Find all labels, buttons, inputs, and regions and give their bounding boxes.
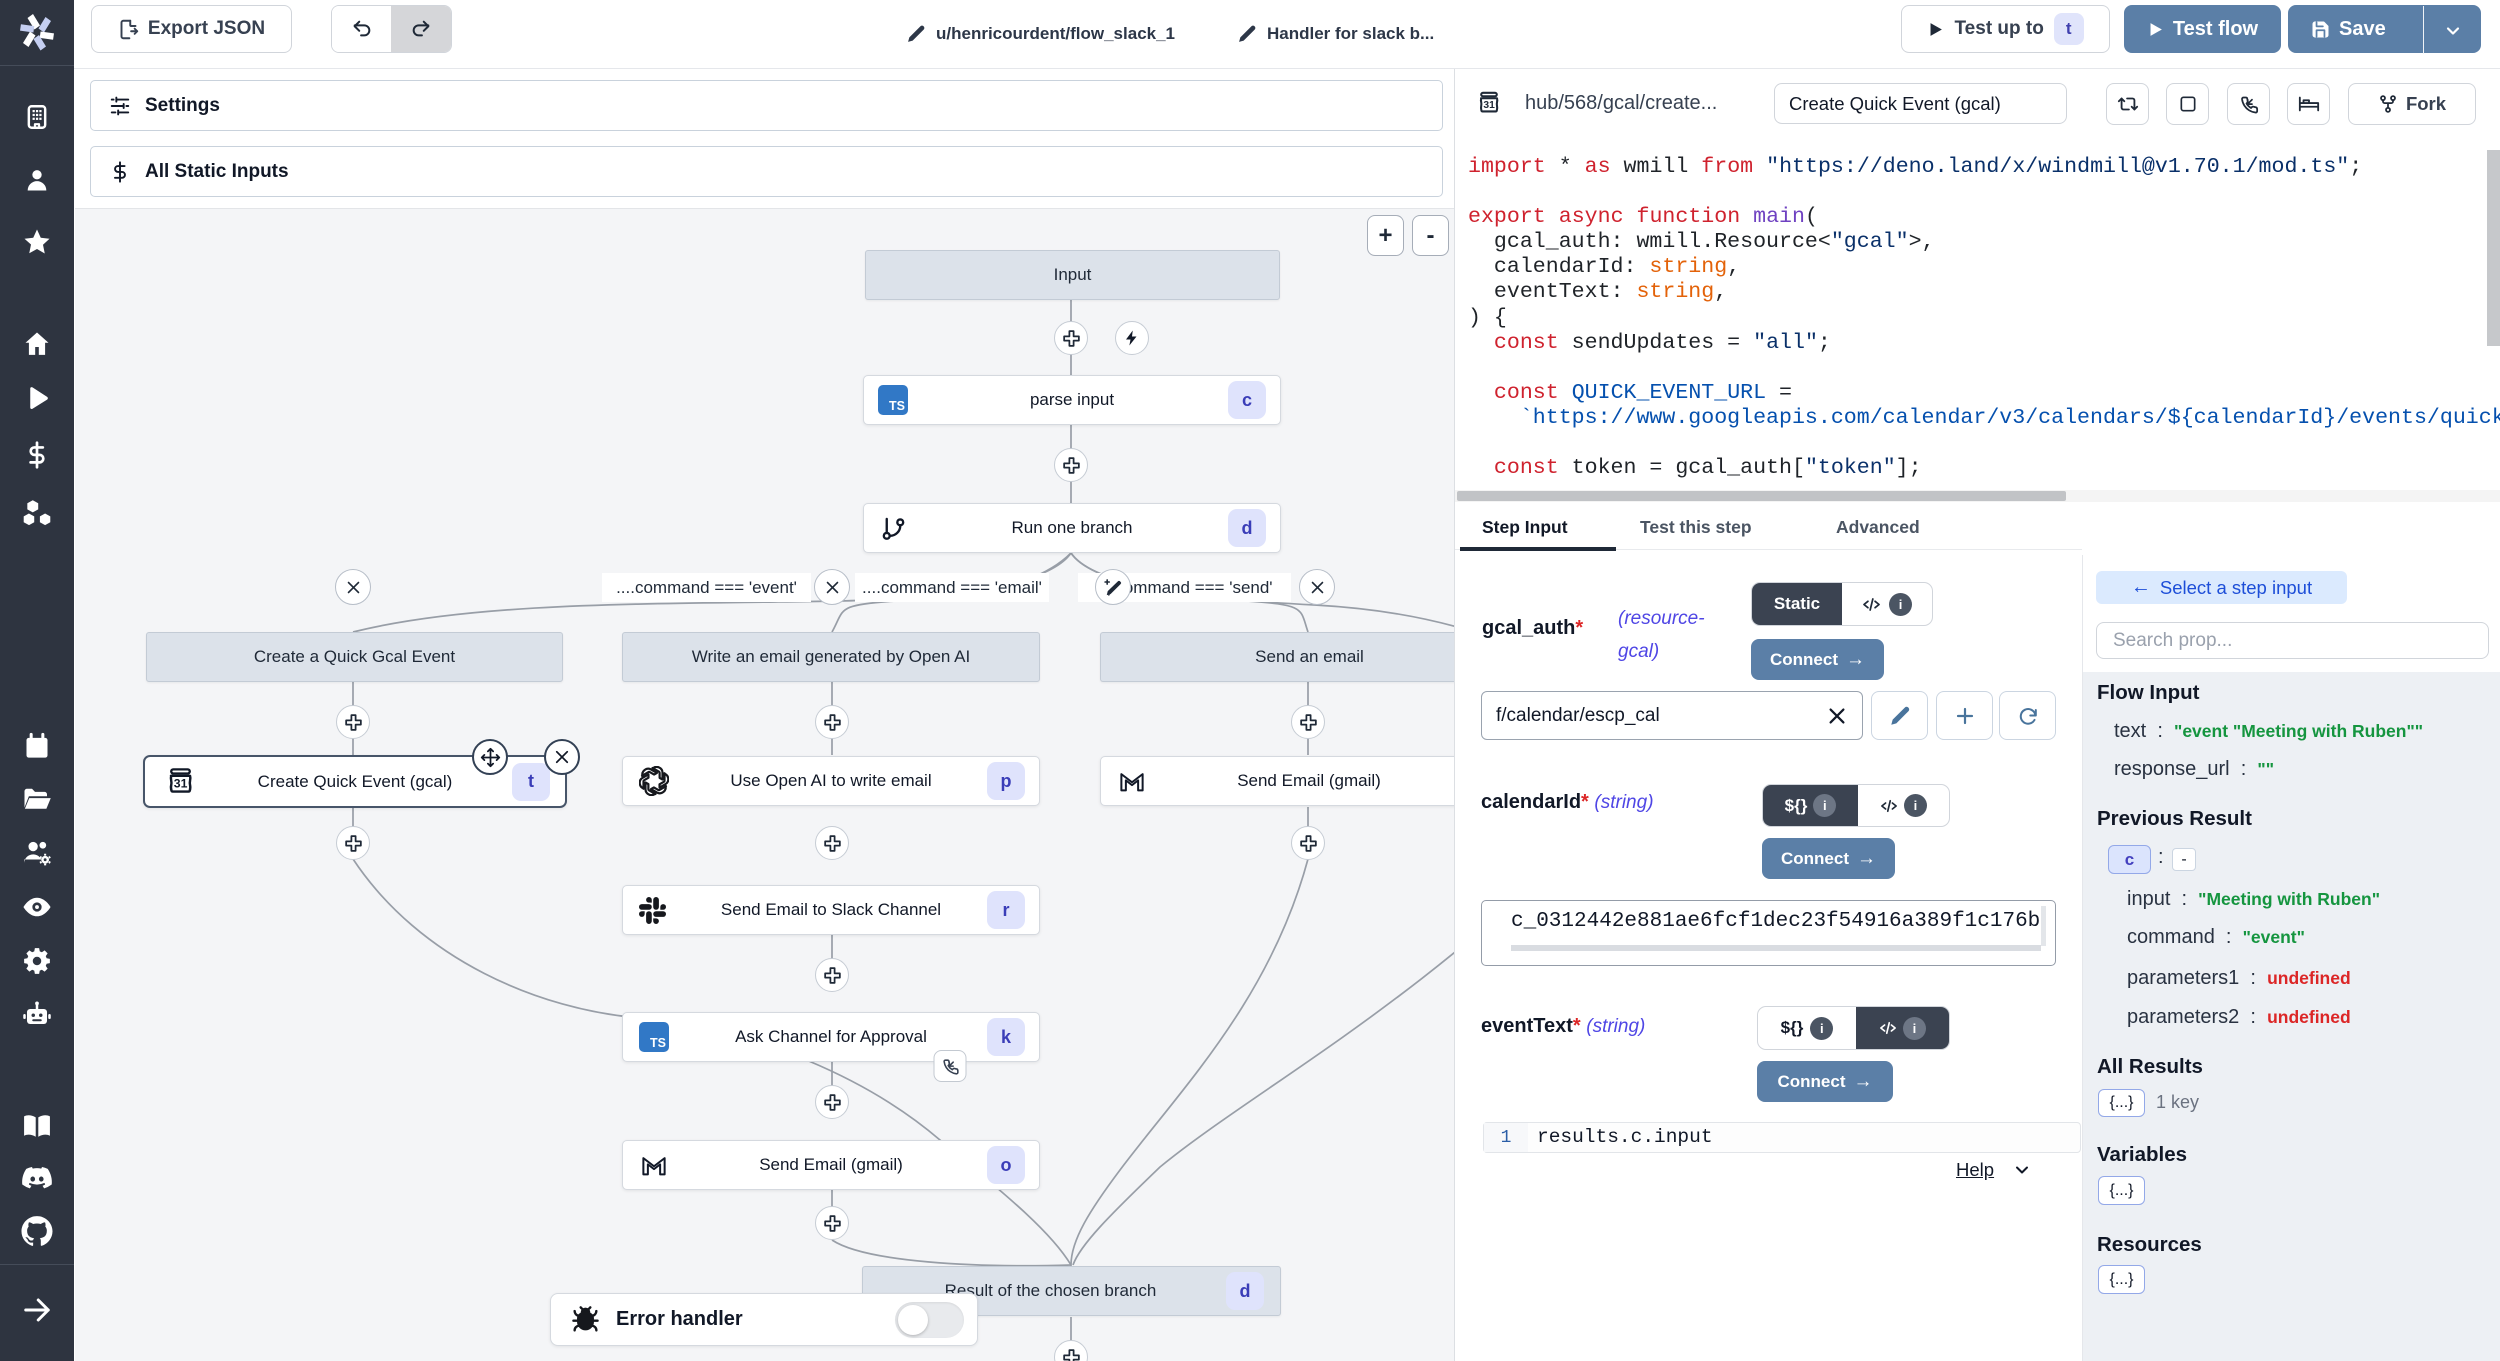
svg-text:31: 31 (1483, 100, 1495, 111)
